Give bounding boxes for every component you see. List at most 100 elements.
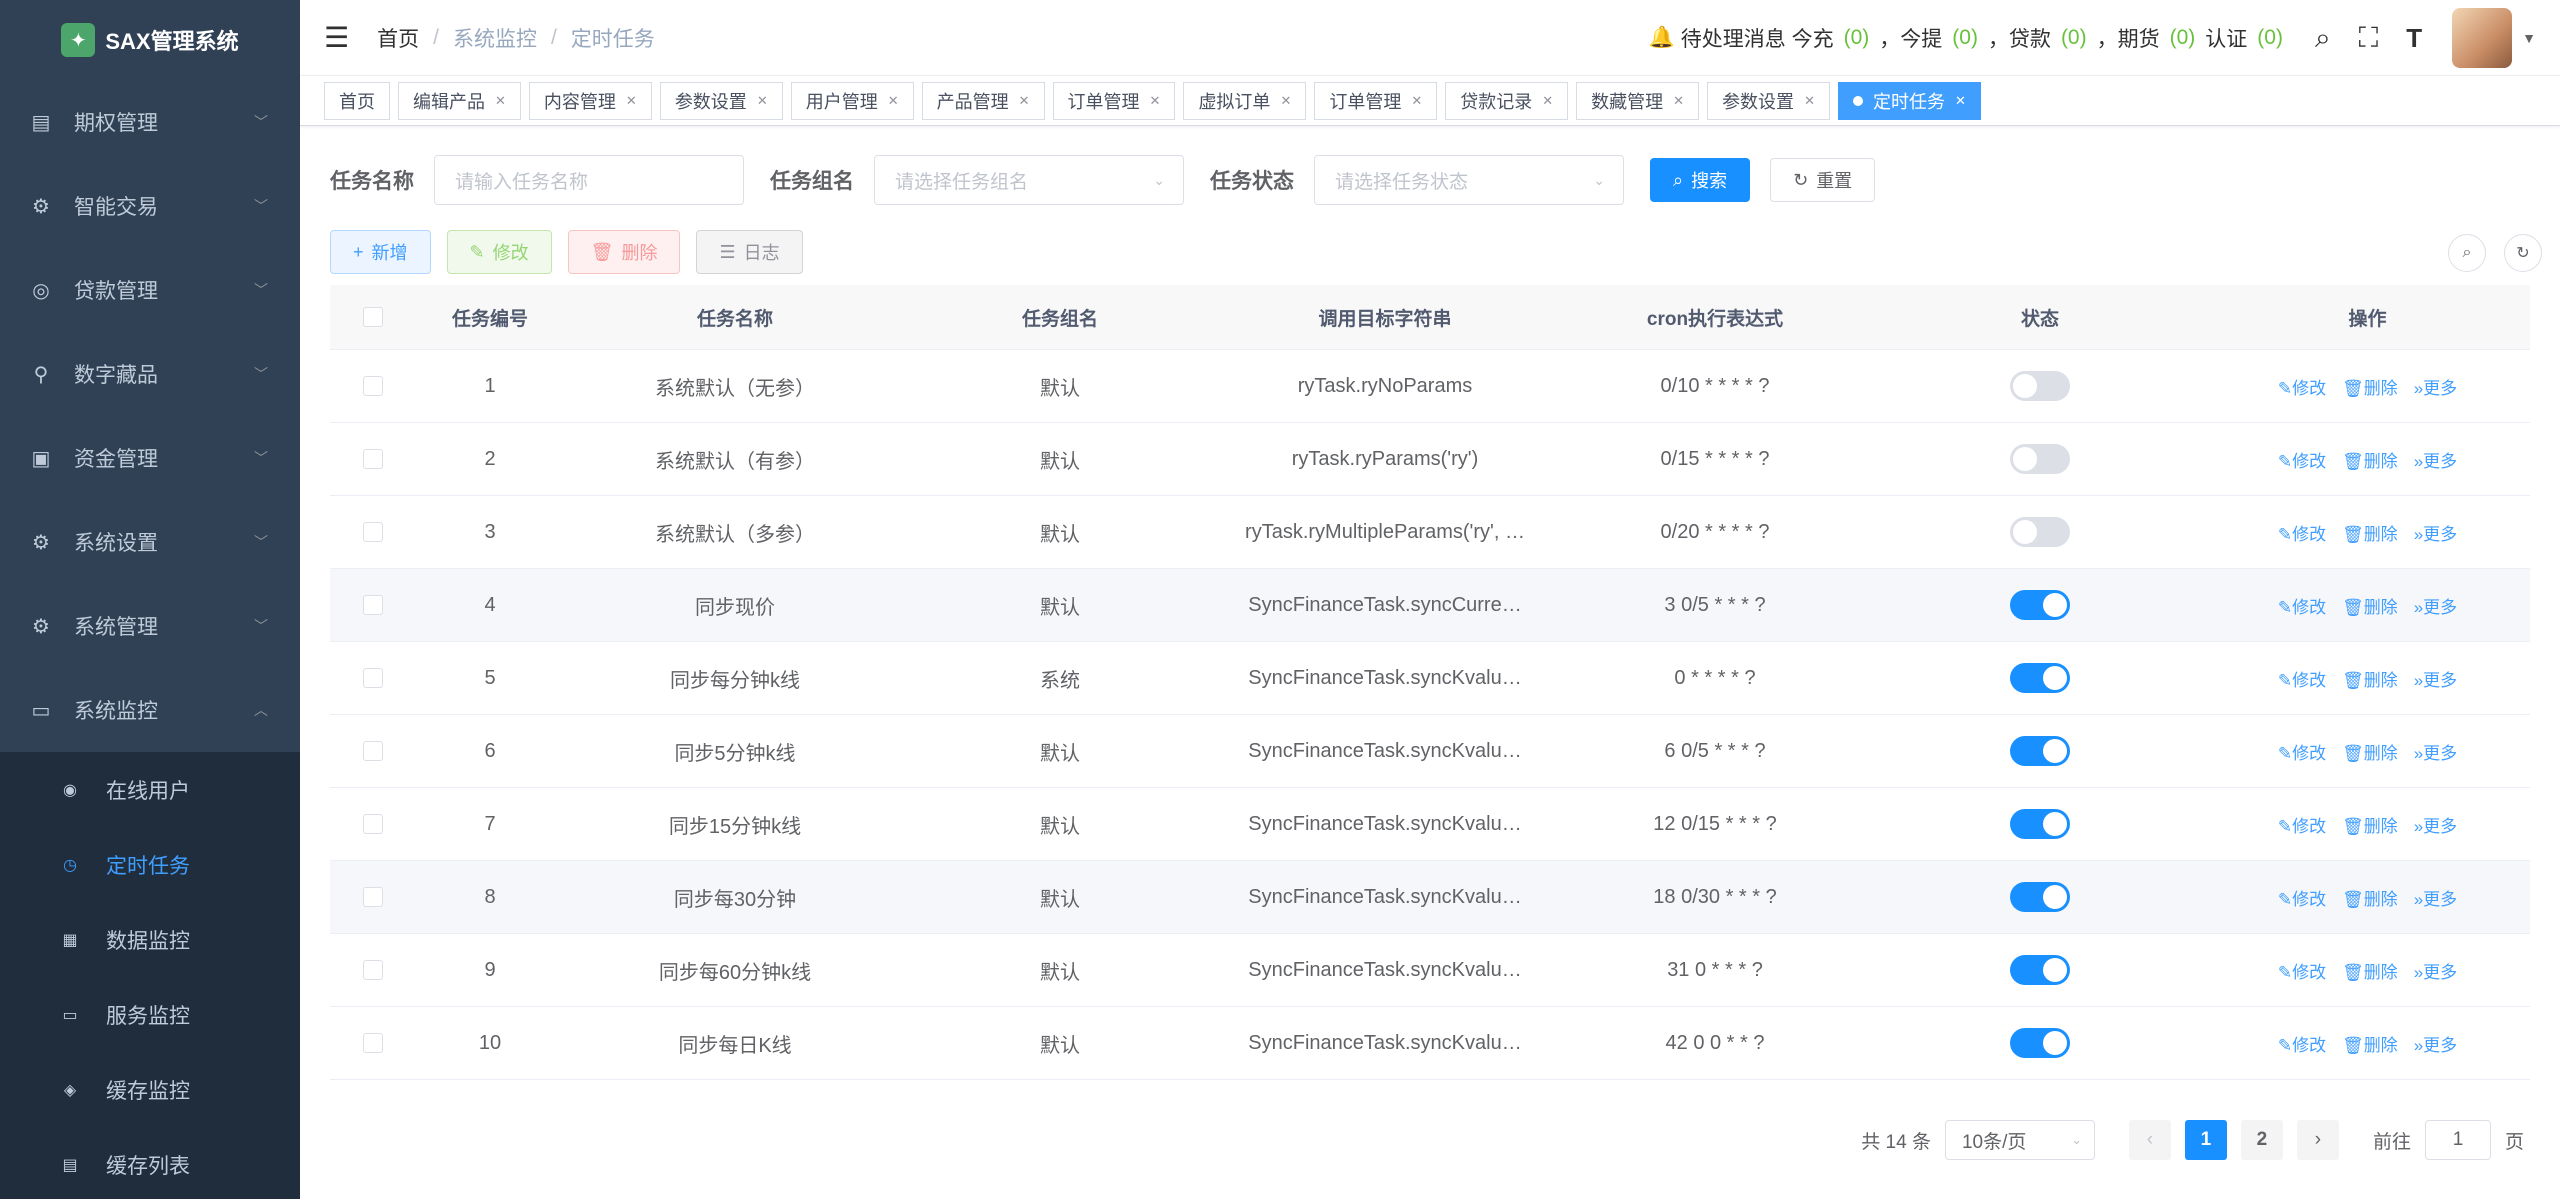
prev-page-button[interactable]: ‹ [2128, 1120, 2171, 1160]
sidebar-menu-item[interactable]: ⚙ 系统管理 ﹀ [0, 584, 300, 668]
edit-button[interactable]: ✎ 修改 [446, 230, 552, 274]
row-delete-link[interactable]: 🗑删除 [2342, 374, 2398, 399]
row-edit-link[interactable]: ✎修改 [2278, 885, 2326, 910]
tag-item[interactable]: 定时任务 ✕ [1837, 81, 1981, 120]
status-switch[interactable] [2010, 371, 2070, 401]
refresh-button[interactable]: ↻ [2504, 234, 2542, 272]
row-more-link[interactable]: »更多 [2414, 374, 2457, 399]
close-icon[interactable]: ✕ [1955, 93, 1966, 109]
sidebar-menu-item[interactable]: ▤ 期权管理 ﹀ [0, 80, 300, 164]
row-delete-link[interactable]: 🗑删除 [2342, 739, 2398, 764]
tag-item[interactable]: 参数设置 ✕ [1707, 81, 1830, 120]
sidebar-subitem[interactable]: ◷ 定时任务 [0, 827, 300, 902]
tag-item[interactable]: 首页 [324, 81, 390, 120]
close-icon[interactable]: ✕ [1150, 93, 1161, 109]
row-checkbox[interactable] [362, 814, 383, 834]
sidebar-subitem[interactable]: ◈ 缓存监控 [0, 1052, 300, 1127]
row-more-link[interactable]: »更多 [2414, 958, 2457, 983]
row-delete-link[interactable]: 🗑删除 [2342, 1031, 2398, 1056]
row-more-link[interactable]: »更多 [2414, 885, 2457, 910]
row-more-link[interactable]: »更多 [2414, 593, 2457, 618]
row-checkbox[interactable] [362, 522, 383, 542]
close-icon[interactable]: ✕ [1411, 93, 1422, 109]
row-edit-link[interactable]: ✎修改 [2278, 812, 2326, 837]
row-more-link[interactable]: »更多 [2414, 812, 2457, 837]
goto-page-input[interactable]: 1 [2424, 1120, 2491, 1160]
close-icon[interactable]: ✕ [1019, 93, 1030, 109]
table-row[interactable]: 7 同步15分钟k线 默认 SyncFinanceTask.syncKvalu…… [330, 788, 2530, 861]
next-page-button[interactable]: › [2296, 1120, 2339, 1160]
sidebar-menu-item[interactable]: ◎ 贷款管理 ﹀ [0, 248, 300, 332]
row-delete-link[interactable]: 🗑删除 [2342, 812, 2398, 837]
task-status-select[interactable]: 请选择任务状态 ⌄ [1314, 155, 1624, 205]
table-row[interactable]: 4 同步现价 默认 SyncFinanceTask.syncCurre… 3 0… [330, 569, 2530, 642]
caret-down-icon[interactable]: ▼ [2522, 30, 2536, 46]
sidebar-subitem[interactable]: ▭ 服务监控 [0, 977, 300, 1052]
row-delete-link[interactable]: 🗑删除 [2342, 666, 2398, 691]
add-button[interactable]: + 新增 [330, 230, 431, 274]
close-icon[interactable]: ✕ [1804, 93, 1815, 109]
tag-item[interactable]: 参数设置 ✕ [659, 81, 783, 120]
breadcrumb-home[interactable]: 首页 [377, 23, 419, 53]
tag-item[interactable]: 虚拟订单 ✕ [1183, 81, 1307, 120]
row-edit-link[interactable]: ✎修改 [2278, 666, 2326, 691]
sidebar-menu-item[interactable]: ⚲ 数字藏品 ﹀ [0, 332, 300, 416]
row-more-link[interactable]: »更多 [2414, 520, 2457, 545]
row-checkbox[interactable] [362, 1033, 383, 1053]
row-checkbox[interactable] [362, 376, 383, 396]
breadcrumb-parent[interactable]: 系统监控 [453, 23, 537, 53]
row-checkbox[interactable] [362, 887, 383, 907]
avatar[interactable] [2452, 8, 2513, 68]
delete-button[interactable]: 🗑 删除 [567, 230, 681, 274]
tag-item[interactable]: 用户管理 ✕ [790, 81, 914, 120]
row-edit-link[interactable]: ✎修改 [2278, 374, 2326, 399]
sidebar-menu-item[interactable]: ▭ 系统监控 ︿ [0, 668, 300, 752]
tag-item[interactable]: 贷款记录 ✕ [1445, 81, 1569, 120]
table-row[interactable]: 2 系统默认（有参） 默认 ryTask.ryParams('ry') 0/15… [330, 423, 2530, 496]
tag-item[interactable]: 产品管理 ✕ [921, 81, 1045, 120]
sidebar-menu-item[interactable]: ⚙ 智能交易 ﹀ [0, 164, 300, 248]
task-name-input[interactable]: 请输入任务名称 [434, 155, 744, 205]
hamburger-icon[interactable]: ☰ [324, 21, 349, 54]
status-switch[interactable] [2010, 444, 2070, 474]
row-edit-link[interactable]: ✎修改 [2278, 593, 2326, 618]
row-more-link[interactable]: »更多 [2414, 739, 2457, 764]
toggle-search-button[interactable]: ⌕ [2448, 234, 2486, 272]
tag-item[interactable]: 订单管理 ✕ [1052, 81, 1176, 120]
sidebar-subitem[interactable]: ◉ 在线用户 [0, 752, 300, 827]
status-switch[interactable] [2010, 809, 2070, 839]
status-switch[interactable] [2010, 1028, 2070, 1058]
sidebar-menu-item[interactable]: ⚙ 系统设置 ﹀ [0, 500, 300, 584]
table-row[interactable]: 9 同步每60分钟k线 默认 SyncFinanceTask.syncKvalu… [330, 934, 2530, 1007]
close-icon[interactable]: ✕ [1673, 93, 1684, 109]
table-row[interactable]: 8 同步每30分钟 默认 SyncFinanceTask.syncKvalu… … [330, 861, 2530, 934]
close-icon[interactable]: ✕ [495, 93, 506, 109]
page-number-button[interactable]: 2 [2240, 1120, 2283, 1160]
sidebar-menu-item[interactable]: ▣ 资金管理 ﹀ [0, 416, 300, 500]
row-edit-link[interactable]: ✎修改 [2278, 958, 2326, 983]
row-edit-link[interactable]: ✎修改 [2278, 739, 2326, 764]
row-more-link[interactable]: »更多 [2414, 1031, 2457, 1056]
table-row[interactable]: 5 同步每分钟k线 系统 SyncFinanceTask.syncKvalu… … [330, 642, 2530, 715]
search-button[interactable]: ⌕ 搜索 [1650, 158, 1751, 202]
row-edit-link[interactable]: ✎修改 [2278, 520, 2326, 545]
close-icon[interactable]: ✕ [1280, 93, 1291, 109]
tag-item[interactable]: 数藏管理 ✕ [1576, 81, 1700, 120]
row-more-link[interactable]: »更多 [2414, 666, 2457, 691]
table-row[interactable]: 10 同步每日K线 默认 SyncFinanceTask.syncKvalu… … [330, 1007, 2530, 1080]
page-number-button[interactable]: 1 [2184, 1120, 2227, 1160]
row-checkbox[interactable] [362, 960, 383, 980]
status-switch[interactable] [2010, 663, 2070, 693]
table-row[interactable]: 3 系统默认（多参） 默认 ryTask.ryMultipleParams('r… [330, 496, 2530, 569]
row-checkbox[interactable] [362, 741, 383, 761]
search-icon[interactable]: ⌕ [2315, 22, 2331, 55]
pending-notice[interactable]: 🔔 待处理消息 今充 (0) ，今提 (0) ，贷款 (0) ，期货 (0) 认证 (0) [1649, 23, 2287, 53]
row-delete-link[interactable]: 🗑删除 [2342, 593, 2398, 618]
close-icon[interactable]: ✕ [888, 93, 899, 109]
close-icon[interactable]: ✕ [1542, 93, 1553, 109]
sidebar-subitem[interactable]: ▤ 缓存列表 [0, 1127, 300, 1199]
row-delete-link[interactable]: 🗑删除 [2342, 885, 2398, 910]
reset-button[interactable]: ↻ 重置 [1770, 158, 1876, 202]
app-logo[interactable]: ✦ SAX管理系统 [0, 0, 300, 80]
task-group-select[interactable]: 请选择任务组名 ⌄ [874, 155, 1184, 205]
